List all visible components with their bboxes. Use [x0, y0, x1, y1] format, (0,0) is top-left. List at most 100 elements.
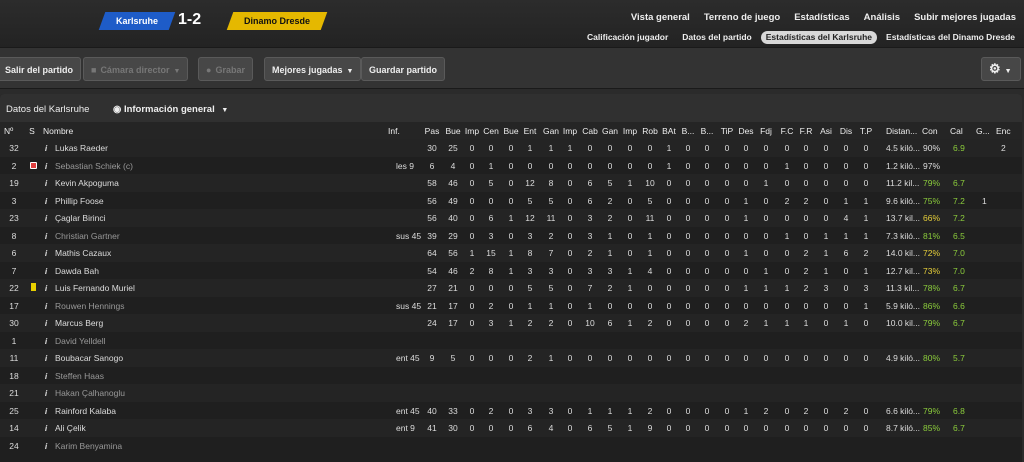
col-header-stat[interactable]: Rob — [640, 126, 660, 136]
player-name[interactable]: Karim Benyamina — [55, 441, 255, 451]
player-name[interactable]: Mathis Cazaux — [55, 248, 255, 258]
player-name[interactable]: Dawda Bah — [55, 266, 255, 276]
subtab-datos-partido[interactable]: Datos del partido — [677, 31, 756, 44]
col-header-stat[interactable]: Bue — [443, 126, 463, 136]
record-button[interactable]: ● Grabar — [198, 57, 253, 81]
player-info-icon[interactable]: i — [43, 266, 49, 276]
player-info-icon[interactable]: i — [43, 231, 49, 241]
player-name[interactable]: Ali Çelik — [55, 423, 255, 433]
player-info-icon[interactable]: i — [43, 248, 49, 258]
table-row[interactable]: 3 i Phillip Foose 56 49 0 0 0 5 5 0 6 2 0 5 0 0 0 0 1 0 2 2 0 1 1… — [0, 192, 1022, 210]
table-row[interactable]: 8 i Christian Gartner sus 45 39 29 0 3 0 3 2 0 3 1 0 1 0… — [0, 227, 1022, 245]
player-name[interactable]: Kevin Akpoguma — [55, 178, 255, 188]
save-match-button[interactable]: Guardar partido — [361, 57, 446, 81]
table-row[interactable]: 6 i Mathis Cazaux 64 56 1 15 1 8 7 0 2 1 0 1 0 0 0 0 1 0 0 2 1 6… — [0, 244, 1022, 262]
player-info-icon[interactable]: i — [43, 353, 49, 363]
table-row[interactable]: 18 i Steffen Haas — [0, 367, 1022, 385]
exit-match-button[interactable]: Salir del partido — [0, 57, 82, 81]
player-info-icon[interactable]: i — [43, 371, 49, 381]
player-name[interactable]: Rainford Kalaba — [55, 406, 255, 416]
player-info-icon[interactable]: i — [43, 196, 49, 206]
col-header-stat[interactable]: TiP — [717, 126, 737, 136]
col-header-stat[interactable]: Imp — [620, 126, 640, 136]
col-header-stat[interactable]: Dis — [836, 126, 856, 136]
col-header-stat[interactable]: Bue — [501, 126, 521, 136]
col-header-stat[interactable]: T.P — [856, 126, 876, 136]
player-info-icon[interactable]: i — [43, 388, 49, 398]
col-header-stat[interactable]: Asi — [816, 126, 836, 136]
player-name[interactable]: David Yelldell — [55, 336, 255, 346]
col-header-name[interactable]: Nombre — [43, 126, 143, 136]
player-info-icon[interactable]: i — [43, 143, 49, 153]
subtab-estadisticas-away[interactable]: Estadísticas del Dinamo Dresde — [881, 31, 1020, 44]
player-name[interactable]: Marcus Berg — [55, 318, 255, 328]
col-header-stat[interactable]: BAt — [659, 126, 679, 136]
col-header-stat[interactable]: Gan — [541, 126, 561, 136]
table-row[interactable]: 32 i Lukas Raeder 30 25 0 0 0 1 1 1 0 0 0 0 1 0 0 0 0 0 0 0 0 0 0… — [0, 139, 1022, 157]
player-info-icon[interactable]: i — [43, 178, 49, 188]
tab-terreno[interactable]: Terreno de juego — [704, 12, 780, 23]
player-name[interactable]: Phillip Foose — [55, 196, 255, 206]
table-row[interactable]: 22 i Luis Fernando Muriel 27 21 0 0 0 5 5 0 7 2 1 0 0 0 0… — [0, 279, 1022, 297]
player-name[interactable]: Lukas Raeder — [55, 143, 255, 153]
player-name[interactable]: Hakan Çalhanoglu — [55, 388, 255, 398]
player-info-icon[interactable]: i — [43, 318, 49, 328]
player-info-icon[interactable]: i — [43, 161, 49, 171]
col-header-stat[interactable]: Ent — [520, 126, 540, 136]
col-header-stat[interactable]: Cab — [580, 126, 600, 136]
table-row[interactable]: 2 i Sebastian Schiek (c) les 96401000000001… — [0, 157, 1022, 175]
player-name[interactable]: Sebastian Schiek (c) — [55, 161, 255, 171]
tab-analisis[interactable]: Análisis — [864, 12, 900, 23]
subtab-calificacion[interactable]: Calificación jugador — [582, 31, 673, 44]
tab-subir-jugadas[interactable]: Subir mejores jugadas — [914, 12, 1016, 23]
player-name[interactable]: Rouwen Hennings — [55, 301, 255, 311]
col-header-stat[interactable]: F.C — [777, 126, 797, 136]
player-info-icon[interactable]: i — [43, 406, 49, 416]
col-header-distance[interactable]: Distan... — [886, 126, 926, 136]
subtab-estadisticas-home[interactable]: Estadísticas del Karlsruhe — [760, 31, 878, 44]
table-row[interactable]: 25 i Rainford Kalaba ent 45 40 33 0 2 0 3 3 0 1 1 1 2 0 0… — [0, 402, 1022, 420]
table-row[interactable]: 23 i Çaglar Birinci 56 40 0 6 1 12 11 0 3 2 0 11 0 0 0 0 1 0… — [0, 209, 1022, 227]
player-name[interactable]: Luis Fernando Muriel — [55, 283, 255, 293]
col-header-stat[interactable]: Imp — [462, 126, 482, 136]
col-header-stat[interactable]: Des — [736, 126, 756, 136]
col-header-stat[interactable]: Gan — [600, 126, 620, 136]
player-info-icon[interactable]: i — [43, 301, 49, 311]
col-header-g[interactable]: G... — [976, 126, 996, 136]
table-row[interactable]: 11 i Boubacar Sanogo ent 45 9 5 0 0 0 2 1 0 0 0 0 0 0 0 0 0… — [0, 349, 1022, 367]
col-header-stat[interactable]: F.R — [796, 126, 816, 136]
col-header-stat[interactable]: B... — [697, 126, 717, 136]
player-info-icon[interactable]: i — [43, 336, 49, 346]
col-header-con[interactable]: Con — [922, 126, 942, 136]
table-row[interactable]: 19 i Kevin Akpoguma 58 46 0 5 0 12 8 0 6 5 1 10 0 0 0 0 0 1 0… — [0, 174, 1022, 192]
table-row[interactable]: 14 i Ali Çelik ent 9 41 30 0 0 0 6 4 0 6 5 1 9 0 0 0 0 0 0 0 0 0… — [0, 419, 1022, 437]
col-header-stat[interactable]: Fdj — [756, 126, 776, 136]
tab-estadisticas[interactable]: Estadísticas — [794, 12, 849, 23]
settings-button[interactable]: ⚙ ▼ — [981, 57, 1021, 81]
col-header-number[interactable]: Nº — [4, 126, 18, 136]
highlights-button[interactable]: Mejores jugadas ▼ — [264, 57, 362, 81]
table-row[interactable]: 21 i Hakan Çalhanoglu — [0, 384, 1022, 402]
player-info-icon[interactable]: i — [43, 283, 49, 293]
col-header-stat[interactable]: B... — [678, 126, 698, 136]
col-header-enc[interactable]: Enc — [996, 126, 1016, 136]
col-header-status[interactable]: S — [28, 126, 36, 136]
player-name[interactable]: Boubacar Sanogo — [55, 353, 255, 363]
player-name[interactable]: Çaglar Birinci — [55, 213, 255, 223]
view-selector[interactable]: ◉ Información general ▼ — [113, 104, 228, 115]
camera-button[interactable]: ■ Cámara director ▼ — [83, 57, 189, 81]
table-row[interactable]: 24 i Karim Benyamina — [0, 437, 1022, 455]
player-name[interactable]: Christian Gartner — [55, 231, 255, 241]
col-header-cal[interactable]: Cal — [950, 126, 970, 136]
tab-vista-general[interactable]: Vista general — [631, 12, 690, 23]
table-row[interactable]: 7 i Dawda Bah 54 46 2 8 1 3 3 0 3 3 1 4 0 0 0 0 0 1 0 2 1 0 1 12.7… — [0, 262, 1022, 280]
table-row[interactable]: 1 i David Yelldell — [0, 332, 1022, 350]
player-info-icon[interactable]: i — [43, 213, 49, 223]
table-row[interactable]: 17 i Rouwen Hennings sus 45 21 17 0 2 0 1 1 0 1 0 0 0 0 0… — [0, 297, 1022, 315]
table-row[interactable]: 30 i Marcus Berg 24 17 0 3 1 2 2 0 10 6 1 2 0 0 0 0 2 1 1 1 0 1 0… — [0, 314, 1022, 332]
player-name[interactable]: Steffen Haas — [55, 371, 255, 381]
col-header-stat[interactable]: Cen — [481, 126, 501, 136]
col-header-info[interactable]: Inf. — [388, 126, 418, 136]
col-header-stat[interactable]: Imp — [560, 126, 580, 136]
player-info-icon[interactable]: i — [43, 423, 49, 433]
